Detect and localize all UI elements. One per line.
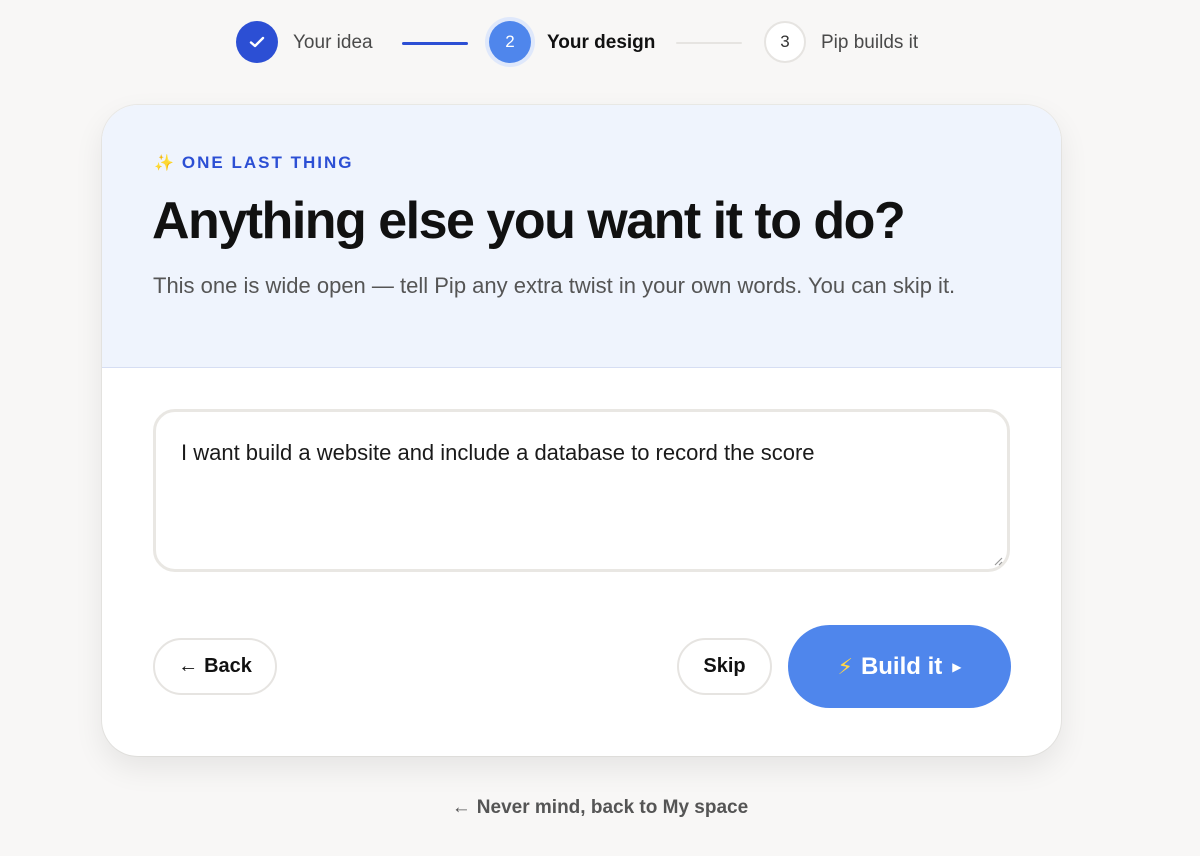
step-1-label: Your idea bbox=[293, 32, 373, 53]
step-3-label: Pip builds it bbox=[821, 32, 919, 53]
step-connector-1 bbox=[402, 42, 468, 45]
step-2-number: 2 bbox=[489, 21, 531, 63]
back-to-my-space-link[interactable]: ← Never mind, back to My space bbox=[0, 797, 1200, 819]
build-it-button[interactable]: ⚡ Build it ▶ bbox=[788, 625, 1011, 708]
back-to-my-space-label: Never mind, back to My space bbox=[476, 797, 749, 818]
step-connector-2 bbox=[676, 42, 742, 44]
build-button-label: Build it bbox=[860, 652, 943, 680]
progress-stepper: Your idea 2 Your design 3 Pip builds it bbox=[0, 21, 1200, 65]
eyebrow: ✨ ONE LAST THING bbox=[154, 153, 353, 173]
card-header: ✨ ONE LAST THING Anything else you want … bbox=[102, 105, 1061, 368]
step-2-label: Your design bbox=[547, 32, 656, 53]
answer-input[interactable] bbox=[156, 412, 1007, 569]
back-button[interactable]: ← Back bbox=[153, 638, 277, 695]
eyebrow-text: ONE LAST THING bbox=[181, 153, 354, 172]
sparkle-icon: ✨ bbox=[154, 155, 174, 172]
lightning-bolt-icon: ⚡ bbox=[837, 653, 853, 679]
resize-handle-icon[interactable] bbox=[993, 556, 1003, 566]
play-triangle-icon: ▶ bbox=[952, 659, 962, 674]
question-title: Anything else you want it to do? bbox=[152, 192, 906, 250]
skip-button-label: Skip bbox=[703, 655, 746, 677]
arrow-left-icon: ← bbox=[178, 655, 199, 677]
back-button-label: Back bbox=[204, 655, 252, 677]
question-subtitle: This one is wide open — tell Pip any ext… bbox=[153, 273, 956, 298]
answer-field[interactable] bbox=[153, 409, 1010, 572]
step-1-check-icon bbox=[236, 21, 278, 63]
arrow-left-icon: ← bbox=[451, 797, 471, 818]
question-card: ✨ ONE LAST THING Anything else you want … bbox=[102, 105, 1061, 756]
skip-button[interactable]: Skip bbox=[677, 638, 772, 695]
step-3-number: 3 bbox=[764, 21, 806, 63]
